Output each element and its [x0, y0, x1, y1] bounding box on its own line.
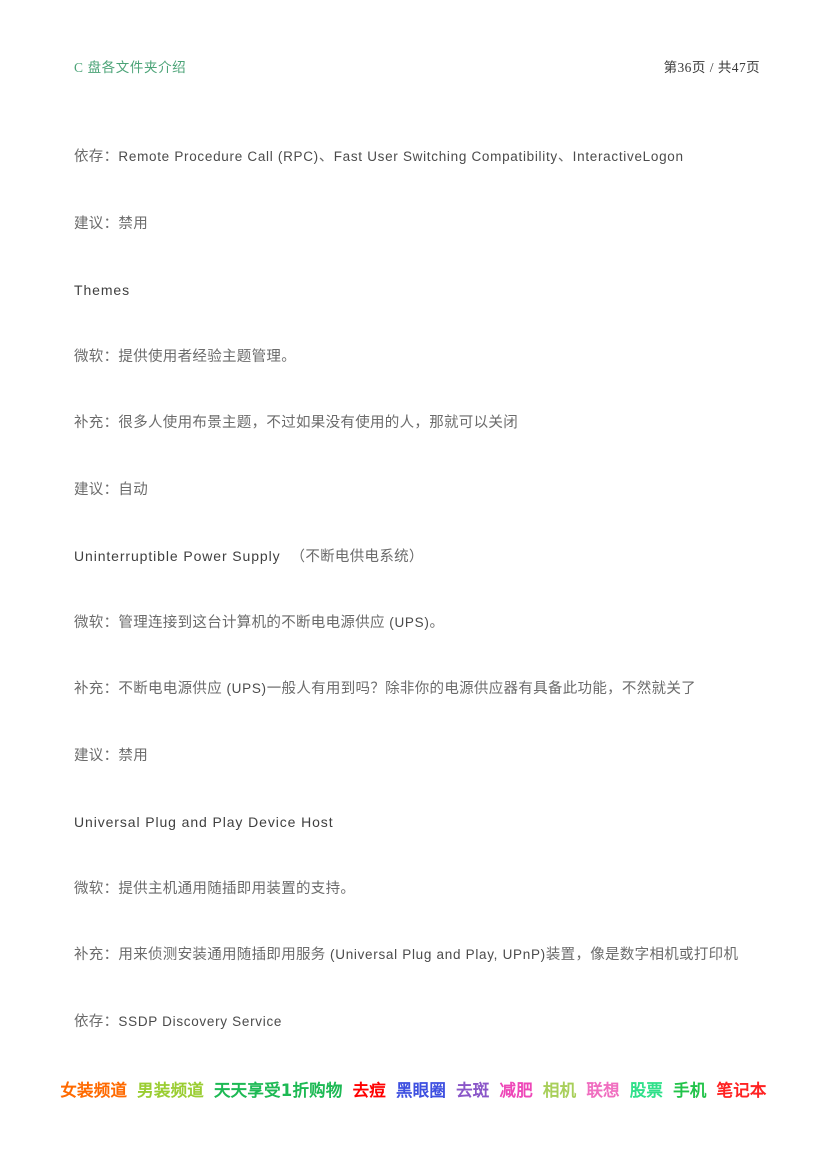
paragraph-label: 建议：	[74, 215, 119, 232]
footer-link-10[interactable]: 股票	[630, 1077, 663, 1101]
paragraph-text-cn: 、	[318, 149, 334, 165]
service-name-translation: （不断电供电系统）	[290, 549, 424, 565]
service-name-text: Universal Plug and Play Device Host	[74, 814, 334, 830]
paragraph-supplement-themes: 补充：很多人使用布景主题，不过如果没有使用的人，那就可以关闭	[74, 412, 774, 479]
paragraph-text-latin: Remote Procedure Call (RPC)	[118, 149, 319, 164]
paragraph-label: 依存：	[74, 149, 119, 165]
header-document-title: C 盘各文件夹介绍	[74, 60, 187, 75]
paragraph-text-latin: SSDP Discovery Service	[118, 1013, 283, 1029]
paragraph-label: 微软：	[74, 348, 119, 365]
service-name-text: Themes	[74, 282, 130, 298]
paragraph-text-latin: (UPS)	[222, 681, 267, 696]
paragraph-text-cn: 不断电电源供应	[118, 681, 223, 697]
footer-link-7[interactable]: 减肥	[500, 1077, 533, 1101]
paragraph-label: 微软：	[74, 614, 119, 631]
paragraph-label: 补充：	[74, 415, 119, 431]
paragraph-text-cn: 。	[429, 614, 445, 631]
document-page: C 盘各文件夹介绍 第36页 / 共47页 依存：Remote Procedure …	[0, 0, 827, 1170]
footer-link-5[interactable]: 黑眼圈	[396, 1077, 446, 1101]
footer-link-3[interactable]: 天天享受1折购物	[214, 1077, 343, 1101]
paragraph-label: 建议：	[74, 747, 119, 764]
paragraph-service-ups: Uninterruptible Power Supply （不断电供电系统）	[74, 545, 774, 612]
paragraph-text-cn: 提供主机通用随插即用装置的支持。	[118, 880, 356, 897]
paragraph-text-cn: 提供使用者经验主题管理。	[118, 348, 297, 365]
paragraph-text-cn: 很多人使用布景主题，不过如果没有使用的人，那就可以关闭	[118, 415, 519, 431]
paragraph-service-upnp: Universal Plug and Play Device Host	[74, 811, 774, 878]
paragraph-label: 依存：	[74, 1013, 119, 1030]
paragraph-microsoft-ups: 微软：管理连接到这台计算机的不断电电源供应 (UPS)。	[74, 612, 774, 679]
page-current: 36页	[677, 60, 706, 75]
service-name-text: Uninterruptible Power Supply	[74, 548, 281, 564]
paragraph-text-latin: (UPS)	[384, 614, 430, 630]
page-separator: /	[709, 60, 714, 75]
footer-link-4[interactable]: 去痘	[353, 1077, 386, 1101]
page-header: C 盘各文件夹介绍 第36页 / 共47页	[74, 56, 760, 82]
footer-link-9[interactable]: 联想	[586, 1077, 619, 1101]
page-label-prefix: 第	[663, 60, 678, 75]
footer-link-bar: 女装频道 男装频道 天天享受1折购物 去痘 黑眼圈 去斑 减肥 相机 联想 股票 手机 笔记本	[0, 1077, 827, 1101]
page-total: 47页	[731, 60, 760, 75]
footer-link-1[interactable]: 女装频道	[60, 1077, 127, 1101]
paragraph-label: 补充：	[74, 947, 119, 963]
footer-link-6[interactable]: 去斑	[456, 1077, 489, 1101]
paragraph-text-cn: 禁用	[118, 747, 149, 764]
paragraph-depends-rpc: 依存：Remote Procedure Call (RPC)、Fast User…	[74, 146, 774, 213]
paragraph-advice-auto: 建议：自动	[74, 479, 774, 546]
paragraph-microsoft-themes: 微软：提供使用者经验主题管理。	[74, 346, 774, 413]
paragraph-text-cn: 禁用	[118, 215, 149, 232]
paragraph-text-cn: 、	[557, 149, 573, 165]
paragraph-text-cn: 用来侦测安装通用随插即用服务	[118, 947, 326, 963]
page-total-prefix: 共	[717, 60, 732, 75]
paragraph-label: 建议：	[74, 481, 119, 498]
paragraph-supplement-upnp: 补充：用来侦测安装通用随插即用服务 (Universal Plug and Pl…	[74, 944, 774, 1011]
footer-link-11[interactable]: 手机	[673, 1077, 706, 1101]
footer-link-12[interactable]: 笔记本	[717, 1077, 767, 1101]
paragraph-microsoft-upnp: 微软：提供主机通用随插即用装置的支持。	[74, 878, 774, 945]
document-body: 依存：Remote Procedure Call (RPC)、Fast User…	[74, 146, 774, 1077]
paragraph-label: 补充：	[74, 681, 119, 697]
paragraph-text-latin: (Universal Plug and Play, UPnP)	[325, 947, 546, 962]
paragraph-supplement-ups: 补充：不断电电源供应 (UPS)一般人有用到吗？除非你的电源供应器有具备此功能，…	[74, 678, 774, 745]
footer-link-2[interactable]: 男装频道	[137, 1077, 204, 1101]
paragraph-service-themes: Themes	[74, 279, 774, 346]
paragraph-advice-disable-1: 建议：禁用	[74, 213, 774, 280]
paragraph-text-cn: 一般人有用到吗？除非你的电源供应器有具备此功能，不然就关了	[266, 681, 696, 697]
footer-link-8[interactable]: 相机	[543, 1077, 576, 1101]
paragraph-text-latin: Fast User Switching Compatibility	[333, 149, 558, 164]
paragraph-label: 微软：	[74, 880, 119, 897]
paragraph-advice-disable-2: 建议：禁用	[74, 745, 774, 812]
paragraph-text-latin: InteractiveLogon	[572, 149, 684, 164]
page-number-indicator: 第36页 / 共47页	[664, 56, 760, 76]
paragraph-text-cn: 自动	[118, 481, 149, 498]
paragraph-text-cn: 管理连接到这台计算机的不断电电源供应	[118, 614, 385, 631]
paragraph-depends-ssdp: 依存：SSDP Discovery Service	[74, 1011, 774, 1078]
paragraph-text-cn: 装置，像是数字相机或打印机	[545, 947, 739, 963]
